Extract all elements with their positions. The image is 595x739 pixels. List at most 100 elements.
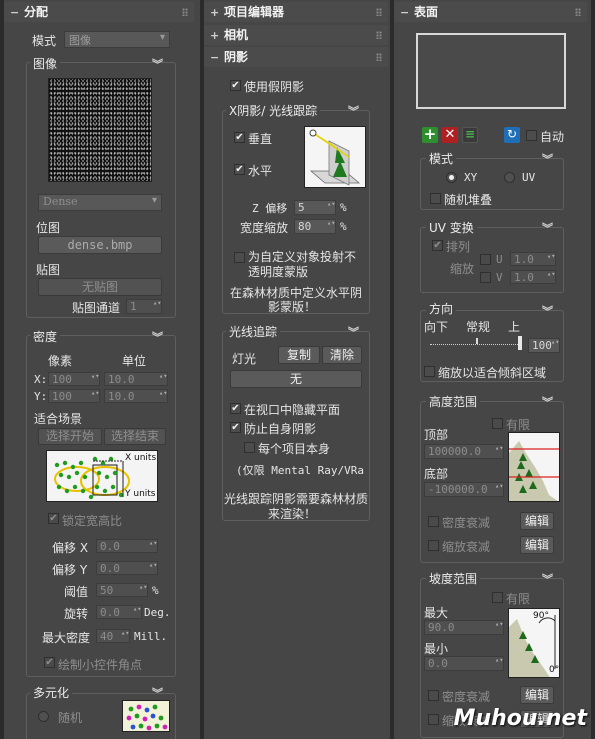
x-pixel-spinner[interactable]: 100: [48, 372, 100, 386]
auto-label: 自动: [540, 130, 565, 144]
u-checkbox[interactable]: [480, 254, 491, 265]
dense-dropdown[interactable]: Dense: [38, 194, 162, 211]
rollout-header-surface[interactable]: − 表面: [394, 2, 587, 22]
grip-icon[interactable]: [376, 31, 382, 39]
collapse-chevron-icon[interactable]: ︾: [542, 220, 553, 236]
uv-radio[interactable]: [504, 172, 515, 183]
collapse-chevron-icon[interactable]: ︾: [152, 329, 163, 345]
random-radio[interactable]: [38, 711, 49, 722]
offset-y-label: 偏移 Y: [52, 563, 88, 577]
u-spinner[interactable]: 1.0: [510, 252, 556, 266]
rollout-header-project-editor[interactable]: + 项目编辑器: [204, 2, 388, 22]
remove-icon[interactable]: ✕: [442, 127, 458, 143]
height-scale-falloff-checkbox[interactable]: [428, 540, 439, 551]
rollout-header-shadow[interactable]: − 阴影: [204, 47, 388, 67]
rollout-header-distribute[interactable]: − 分配: [4, 2, 194, 22]
slope-density-edit-button[interactable]: 编辑: [520, 686, 554, 704]
collapse-chevron-icon[interactable]: ︾: [348, 324, 359, 340]
height-scale-edit-button[interactable]: 编辑: [520, 536, 554, 554]
z-offset-unit: %: [340, 201, 347, 214]
add-list-icon[interactable]: ≡: [462, 127, 478, 143]
collapse-chevron-icon[interactable]: ︾: [542, 571, 553, 587]
collapse-chevron-icon[interactable]: ︾: [542, 303, 553, 319]
collapse-chevron-icon[interactable]: ︾: [542, 151, 553, 167]
draw-corners-checkbox[interactable]: ✔: [44, 657, 55, 668]
y-unit-spinner[interactable]: 10.0: [104, 389, 168, 403]
x-unit-spinner[interactable]: 10.0: [104, 372, 168, 386]
height-density-falloff-checkbox[interactable]: [428, 516, 439, 527]
y-pixel-spinner[interactable]: 100: [48, 389, 100, 403]
v-spinner[interactable]: 1.0: [510, 270, 556, 284]
slope-angle-bottom: 0°: [549, 665, 560, 675]
width-scale-label: 宽度缩放: [240, 221, 289, 235]
rollout-header-camera[interactable]: + 相机: [204, 25, 388, 45]
unit-header: 单位: [122, 354, 147, 368]
collapse-chevron-icon[interactable]: ︾: [152, 56, 163, 72]
offset-x-spinner[interactable]: 0.0: [96, 539, 158, 553]
prevent-self-shadow-checkbox[interactable]: ✔: [230, 422, 241, 433]
horizontal-checkbox[interactable]: ✔: [234, 164, 245, 175]
grip-icon[interactable]: [376, 8, 382, 16]
collapse-chevron-icon[interactable]: ︾: [348, 103, 359, 119]
tile-checkbox[interactable]: ✔: [432, 240, 443, 251]
mode-dropdown[interactable]: 图像: [64, 31, 170, 48]
slope-scale-falloff-checkbox[interactable]: [428, 714, 439, 725]
watermark: Muhou.net: [453, 706, 587, 731]
direction-slider-track[interactable]: [430, 344, 522, 345]
xy-label: XY: [464, 171, 478, 184]
collapse-chevron-icon[interactable]: ︾: [542, 394, 553, 410]
max-density-spinner[interactable]: 40: [96, 629, 130, 643]
collapse-chevron-icon[interactable]: ︾: [152, 685, 163, 701]
slope-max-spinner[interactable]: 90.0: [424, 620, 504, 635]
grip-icon[interactable]: [575, 8, 581, 16]
bottom-spinner[interactable]: -100000.0: [424, 482, 504, 497]
per-item-checkbox[interactable]: [244, 442, 255, 453]
diversity-preview: [122, 700, 170, 732]
direction-spinner[interactable]: 100: [528, 338, 560, 353]
refresh-icon[interactable]: ↻: [504, 127, 520, 143]
hide-in-viewport-checkbox[interactable]: ✔: [230, 403, 241, 414]
z-offset-spinner[interactable]: 5: [294, 200, 336, 215]
custom-opacity-label-2: 透明度蒙版: [248, 265, 309, 279]
offset-y-spinner[interactable]: 0.0: [96, 561, 158, 575]
slope-limited-checkbox[interactable]: [492, 592, 503, 603]
lock-aspect-checkbox[interactable]: ✔: [48, 513, 59, 524]
height-limited-checkbox[interactable]: [492, 418, 503, 429]
direction-title: 方向: [426, 300, 457, 317]
rollout-title: 阴影: [224, 50, 249, 64]
copy-button[interactable]: 复制: [278, 346, 320, 364]
scale-to-slope-checkbox[interactable]: [424, 366, 435, 377]
v-checkbox[interactable]: [480, 272, 491, 283]
slope-min-label: 最小: [424, 642, 449, 656]
vertical-checkbox[interactable]: ✔: [234, 132, 245, 143]
rotation-spinner[interactable]: 0.0: [96, 605, 142, 619]
use-fake-shadow-checkbox[interactable]: ✔: [230, 80, 241, 91]
slope-min-spinner[interactable]: 0.0: [424, 656, 504, 671]
add-icon[interactable]: +: [422, 127, 438, 143]
grip-icon[interactable]: [182, 8, 188, 16]
top-spinner[interactable]: 100000.0: [424, 444, 504, 459]
grip-icon[interactable]: [376, 53, 382, 61]
xy-radio[interactable]: [446, 172, 457, 183]
up-label: 上: [508, 320, 521, 334]
threshold-spinner[interactable]: 50: [96, 583, 148, 597]
mode-label: 模式: [32, 34, 57, 48]
raytrace-group-title: 光线追踪: [226, 323, 281, 340]
custom-opacity-checkbox[interactable]: [234, 252, 245, 263]
slope-density-falloff-label: 密度衰减: [442, 690, 491, 704]
clear-button[interactable]: 清除: [322, 346, 362, 364]
vertical-label: 垂直: [248, 132, 273, 146]
surface-list[interactable]: [416, 33, 566, 109]
height-density-edit-button[interactable]: 编辑: [520, 512, 554, 530]
direction-slider-handle[interactable]: [518, 336, 522, 350]
map-button[interactable]: 无贴图: [38, 278, 162, 296]
bitmap-button[interactable]: dense.bmp: [38, 236, 162, 254]
slope-density-falloff-checkbox[interactable]: [428, 690, 439, 701]
lights-none-button[interactable]: 无: [230, 370, 362, 388]
width-scale-spinner[interactable]: 80: [294, 219, 336, 234]
select-end-button[interactable]: 选择结束: [104, 428, 166, 445]
random-stack-checkbox[interactable]: [430, 193, 441, 204]
select-start-button[interactable]: 选择开始: [38, 428, 102, 445]
auto-checkbox[interactable]: [526, 130, 537, 141]
map-channel-spinner[interactable]: 1: [126, 299, 162, 314]
